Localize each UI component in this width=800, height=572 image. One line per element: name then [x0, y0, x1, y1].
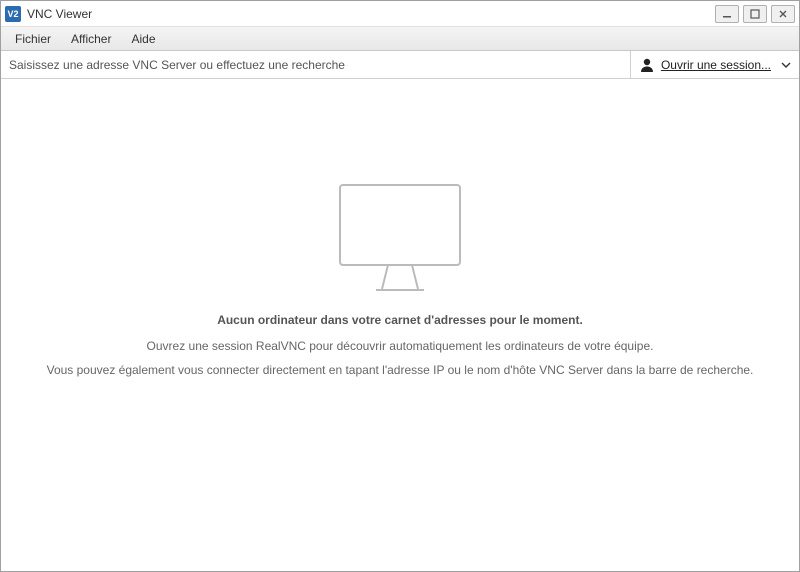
close-icon [778, 9, 788, 19]
menu-file[interactable]: Fichier [5, 29, 61, 49]
menu-view[interactable]: Afficher [61, 29, 121, 49]
open-session-label: Ouvrir une session... [661, 58, 771, 72]
app-window: V2 VNC Viewer Fichier Afficher Aide Ouvr… [0, 0, 800, 572]
content-area: Aucun ordinateur dans votre carnet d'adr… [1, 79, 799, 571]
window-controls [715, 5, 795, 23]
open-session-button[interactable]: Ouvrir une session... [631, 51, 799, 78]
chevron-down-icon [781, 62, 791, 68]
window-title: VNC Viewer [27, 7, 715, 21]
close-button[interactable] [771, 5, 795, 23]
user-icon [639, 57, 655, 73]
empty-state-title: Aucun ordinateur dans votre carnet d'adr… [217, 313, 583, 327]
empty-state-line1: Ouvrez une session RealVNC pour découvri… [127, 339, 674, 353]
minimize-button[interactable] [715, 5, 739, 23]
minimize-icon [722, 9, 732, 19]
search-input[interactable] [1, 51, 631, 78]
titlebar[interactable]: V2 VNC Viewer [1, 1, 799, 27]
app-icon: V2 [5, 6, 21, 22]
monitor-icon [338, 183, 462, 293]
empty-state-line2: Vous pouvez également vous connecter dir… [27, 363, 774, 377]
maximize-icon [750, 9, 760, 19]
maximize-button[interactable] [743, 5, 767, 23]
toolbar: Ouvrir une session... [1, 51, 799, 79]
menu-help[interactable]: Aide [121, 29, 165, 49]
menubar: Fichier Afficher Aide [1, 27, 799, 51]
